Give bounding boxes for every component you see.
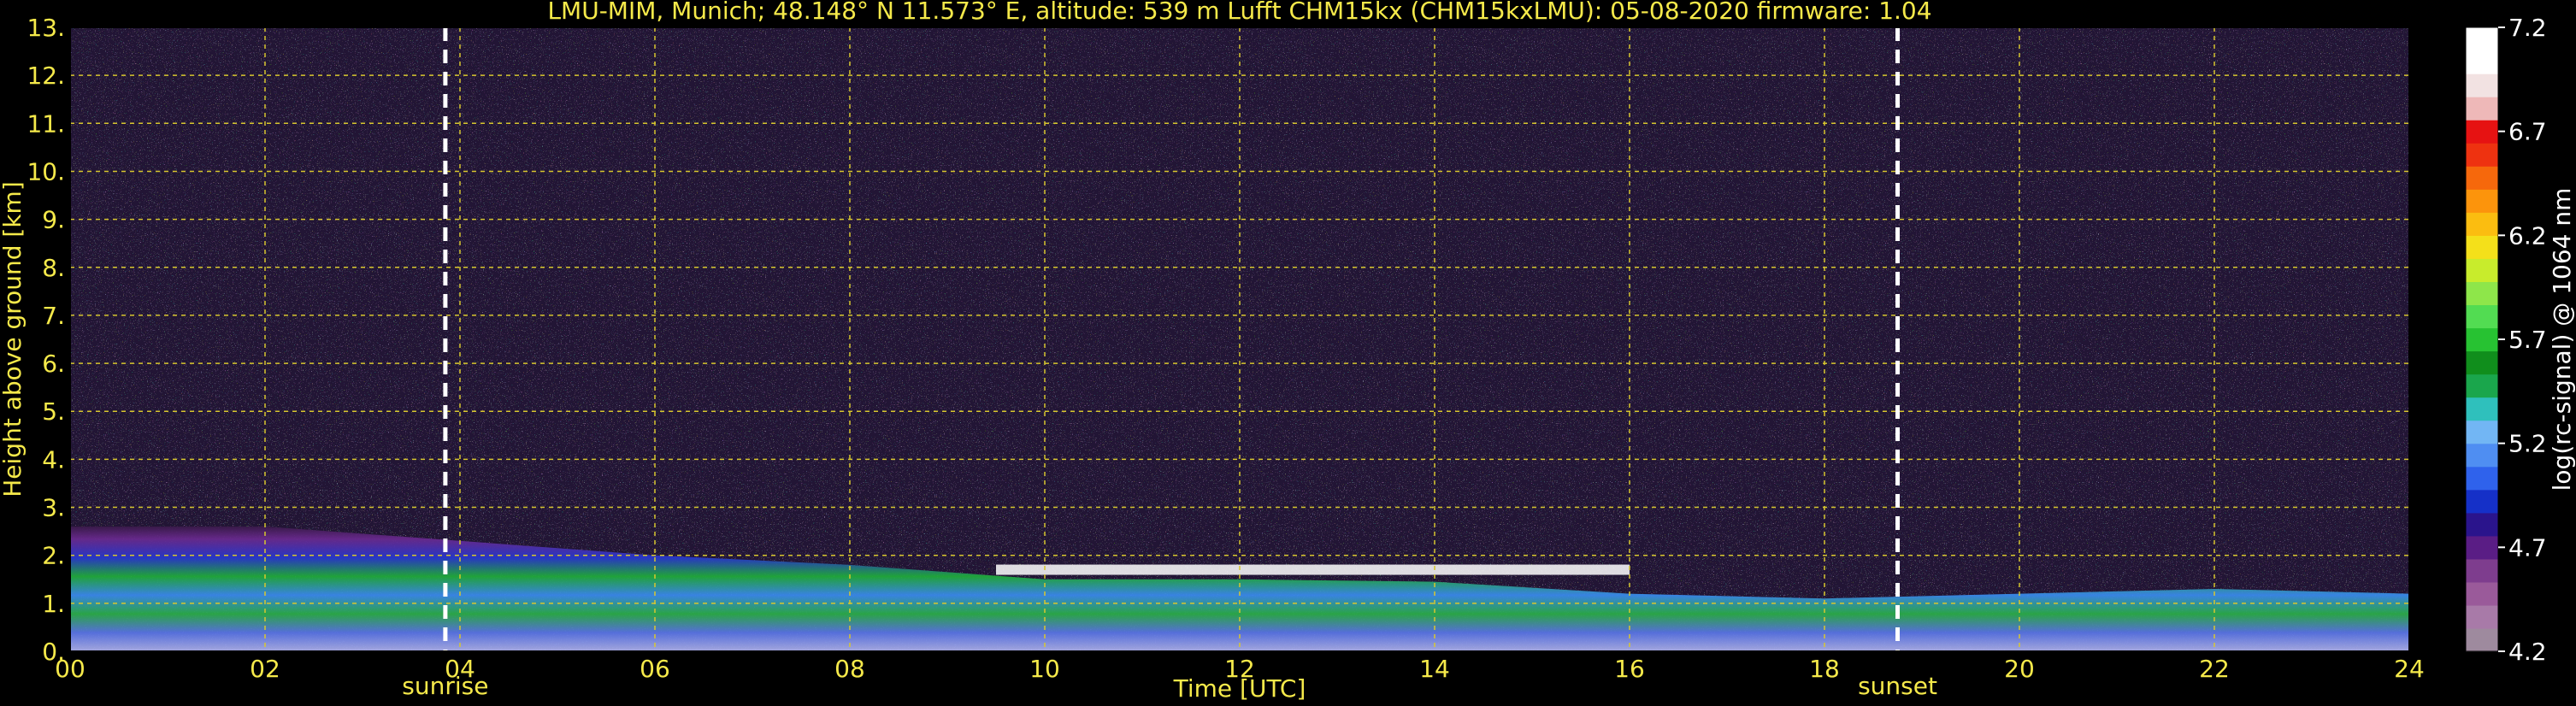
lidar-chart: 00 02 04 06 08 10 12 14 16 18 20 22 24sunrise sunset … <box>0 0 2576 703</box>
colorbar-segment <box>2466 374 2498 398</box>
x-tick-label: 10 <box>1029 655 1060 683</box>
sunrise-label: sunrise <box>402 672 488 700</box>
y-tick-label: 13. <box>27 14 65 42</box>
sunset-label: sunset <box>1858 672 1937 700</box>
x-tick-label: 02 <box>250 655 280 683</box>
colorbar-segment <box>2466 535 2498 560</box>
x-tick-label: 14 <box>1419 655 1450 683</box>
colorbar-tick-label: 6.2 <box>2508 221 2547 250</box>
colorbar-segment <box>2466 512 2498 537</box>
y-tick-label: 8. <box>42 254 65 282</box>
y-tick-label: 10. <box>27 157 65 185</box>
x-tick-label: 06 <box>640 655 670 683</box>
y-tick-label: 6. <box>42 350 65 378</box>
y-axis: 0. 1. 2. 3. 4. 5. 6. 7. 8. 9. 10. 11. 12. 13. <box>27 14 65 666</box>
colorbar-segment <box>2466 166 2498 190</box>
colorbar-tick-label: 6.7 <box>2508 118 2547 146</box>
colorbar-label: log(rc-signal) @ 1064 nm <box>2548 188 2576 491</box>
chart-title: LMU-MIM, Munich; 48.148° N 11.573° E, al… <box>547 0 1931 25</box>
colorbar-segment <box>2466 120 2498 144</box>
colorbar-segment <box>2466 212 2498 236</box>
colorbar-tick-label: 7.2 <box>2508 14 2547 42</box>
colorbar-segment <box>2466 604 2498 629</box>
y-tick-label: 5. <box>42 397 65 426</box>
colorbar-ticks: 4.2 4.7 5.2 5.7 6.2 6.7 7.2 <box>2498 14 2547 666</box>
x-tick-label: 18 <box>1809 655 1840 683</box>
y-tick-label: 2. <box>42 542 65 570</box>
colorbar-segment <box>2466 143 2498 167</box>
y-tick-label: 11. <box>27 109 65 138</box>
colorbar-segment <box>2466 327 2498 352</box>
colorbar-segment <box>2466 443 2498 468</box>
colorbar-segment <box>2466 97 2498 121</box>
colorbar-tick-label: 4.2 <box>2508 638 2547 666</box>
x-tick-label: 24 <box>2394 655 2425 683</box>
colorbar-segment <box>2466 397 2498 421</box>
x-tick-label: 16 <box>1614 655 1645 683</box>
colorbar-segment <box>2466 27 2498 51</box>
x-tick-label: 08 <box>834 655 865 683</box>
plot-area <box>69 26 2410 652</box>
colorbar-segment <box>2466 350 2498 375</box>
colorbar-segment <box>2466 304 2498 329</box>
colorbar-segment <box>2466 420 2498 444</box>
colorbar-tick-label: 5.2 <box>2508 430 2547 458</box>
colorbar-segment <box>2466 235 2498 259</box>
colorbar-tick-label: 4.7 <box>2508 533 2547 562</box>
cloud-base-layer <box>996 564 1630 575</box>
y-tick-label: 7. <box>42 302 65 330</box>
y-tick-label: 9. <box>42 206 65 234</box>
x-tick-label: 20 <box>2004 655 2035 683</box>
y-tick-label: 12. <box>27 62 65 90</box>
colorbar-segment <box>2466 581 2498 606</box>
colorbar-segment <box>2466 74 2498 97</box>
colorbar-segment <box>2466 558 2498 583</box>
y-tick-label: 1. <box>42 590 65 618</box>
colorbar-segment <box>2466 189 2498 213</box>
colorbar-segment <box>2466 50 2498 74</box>
x-tick-label: 22 <box>2199 655 2230 683</box>
colorbar-segment <box>2466 258 2498 283</box>
colorbar-segment <box>2466 281 2498 306</box>
y-tick-label: 0. <box>42 638 65 666</box>
colorbar-segment <box>2466 489 2498 514</box>
y-axis-label: Height above ground [km] <box>0 181 27 497</box>
colorbar-segment <box>2466 627 2498 652</box>
y-tick-label: 4. <box>42 445 65 474</box>
colorbar-segment <box>2466 466 2498 491</box>
x-axis-label: Time [UTC] <box>1173 674 1306 703</box>
y-tick-label: 3. <box>42 494 65 522</box>
colorbar-segments <box>2466 27 2498 652</box>
colorbar: 4.2 4.7 5.2 5.7 6.2 6.7 7.2 log(rc-signal) @ 1… <box>2465 14 2576 666</box>
colorbar-tick-label: 5.7 <box>2508 326 2547 354</box>
